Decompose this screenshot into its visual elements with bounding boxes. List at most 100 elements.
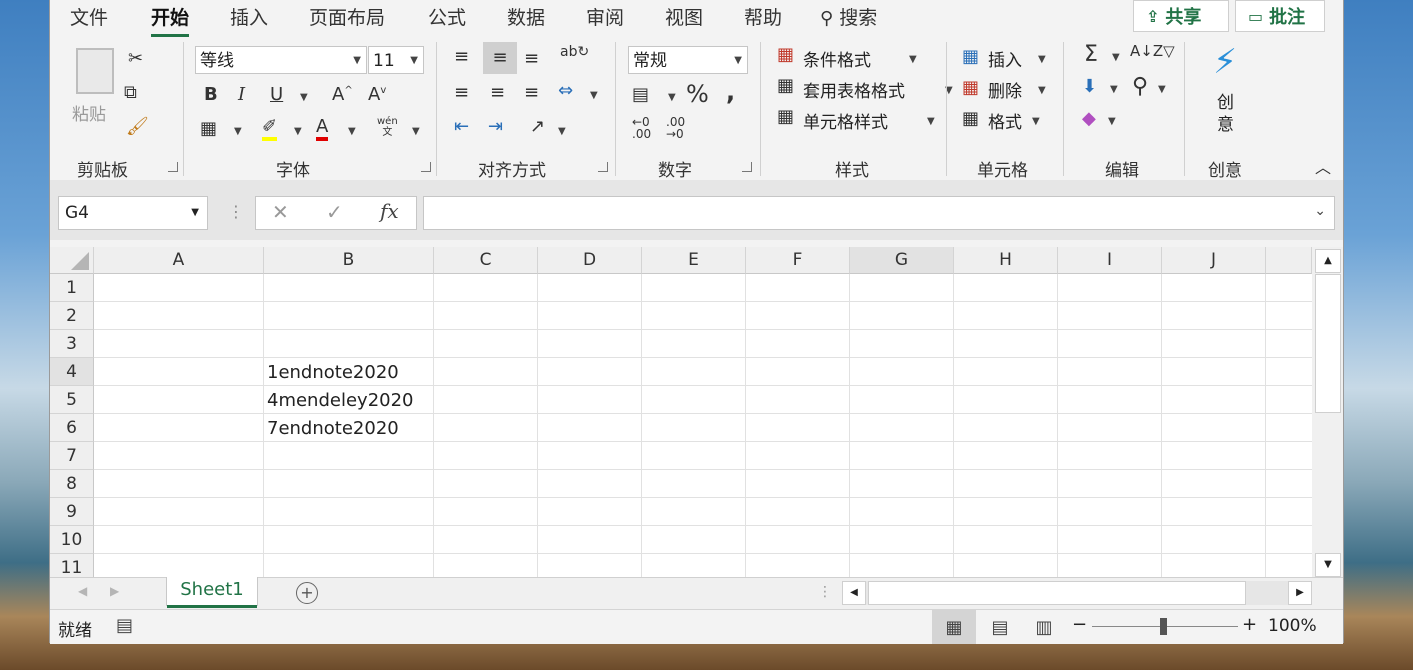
format-cells-button[interactable]: ▦ 格式 ▼ <box>962 108 1040 133</box>
comma-style-icon[interactable]: , <box>726 78 735 106</box>
zoom-slider-thumb[interactable] <box>1160 618 1167 635</box>
copy-icon[interactable]: ⧉ <box>124 82 137 103</box>
horizontal-scrollbar[interactable]: ◀ ▶ <box>842 581 1312 605</box>
align-right-icon[interactable]: ≡ <box>524 82 539 103</box>
format-as-table-button[interactable]: ▦ 套用表格格式 ▼ <box>777 75 953 102</box>
chevron-down-icon[interactable]: ▼ <box>668 92 676 103</box>
cell-styles-button[interactable]: ▦ 单元格样式 ▼ <box>777 106 935 133</box>
fill-icon[interactable]: ⬇ <box>1082 76 1097 97</box>
align-top-icon[interactable]: ≡ <box>454 46 469 67</box>
zoom-out-icon[interactable]: − <box>1072 614 1087 635</box>
phonetic-icon[interactable]: wén 文 <box>377 116 398 138</box>
chevron-down-icon[interactable]: ▼ <box>1112 52 1120 63</box>
tab-page-layout[interactable]: 页面布局 <box>309 3 385 30</box>
cell-b5[interactable]: 4mendeley2020 <box>267 390 414 411</box>
tab-help[interactable]: 帮助 <box>744 3 782 30</box>
decrease-font-icon[interactable]: Av <box>368 84 386 105</box>
scroll-thumb[interactable] <box>1315 274 1341 413</box>
wrap-text-icon[interactable]: ↗ <box>530 116 545 137</box>
clear-icon[interactable]: ◆ <box>1082 108 1096 129</box>
enter-icon[interactable]: ✓ <box>326 200 343 224</box>
scroll-down-icon[interactable]: ▼ <box>1315 553 1341 577</box>
italic-icon[interactable]: I <box>238 84 245 105</box>
sort-filter-icon[interactable]: A↓Z▽ <box>1130 42 1175 60</box>
row-header[interactable]: 8 <box>50 470 94 498</box>
sheet-tab-sheet1[interactable]: Sheet1 <box>166 577 258 608</box>
select-all-corner[interactable] <box>50 247 94 274</box>
vertical-scrollbar[interactable]: ▲ ▼ <box>1312 247 1343 577</box>
zoom-slider[interactable] <box>1092 618 1238 635</box>
insert-cells-button[interactable]: ▦ 插入 ▼ <box>962 46 1046 71</box>
underline-icon[interactable]: U <box>270 84 283 105</box>
column-header[interactable]: D <box>538 247 642 274</box>
chevron-down-icon[interactable]: ▼ <box>294 126 302 137</box>
row-header[interactable]: 7 <box>50 442 94 470</box>
clipboard-launcher-icon[interactable] <box>168 162 178 172</box>
row-header[interactable]: 6 <box>50 414 94 442</box>
fill-color-icon[interactable]: ✐ <box>262 116 278 141</box>
find-select-icon[interactable]: ⚲ <box>1132 74 1148 99</box>
page-layout-view-icon[interactable]: ▤ <box>978 610 1022 644</box>
scroll-left-icon[interactable]: ◀ <box>842 581 866 605</box>
name-box[interactable]: G4 ▼ <box>58 196 208 230</box>
chevron-down-icon[interactable]: ▼ <box>590 90 598 101</box>
number-launcher-icon[interactable] <box>742 162 752 172</box>
search-box[interactable]: ⚲ 搜索 <box>820 3 877 30</box>
align-left-icon[interactable]: ≡ <box>454 82 469 103</box>
cut-icon[interactable]: ✂ <box>128 48 143 69</box>
chevron-down-icon[interactable]: ▼ <box>1108 116 1116 127</box>
chevron-down-icon[interactable]: ▼ <box>412 126 420 137</box>
scroll-up-icon[interactable]: ▲ <box>1315 249 1341 273</box>
increase-indent-icon[interactable]: ⇥ <box>488 116 503 137</box>
bold-icon[interactable]: B <box>204 84 218 105</box>
next-sheet-icon[interactable]: ▶ <box>110 584 119 598</box>
row-header[interactable]: 5 <box>50 386 94 414</box>
page-break-view-icon[interactable]: ▥ <box>1022 610 1066 644</box>
merge-center-icon[interactable]: ⇔ <box>558 80 573 101</box>
row-header[interactable]: 3 <box>50 330 94 358</box>
conditional-formatting-button[interactable]: ▦ 条件格式 ▼ <box>777 44 917 71</box>
delete-cells-button[interactable]: ▦ 删除 ▼ <box>962 77 1046 102</box>
number-format-combo[interactable]: 常规 ▼ <box>628 46 748 74</box>
orientation-icon[interactable]: ab↻ <box>560 44 589 60</box>
column-header[interactable]: F <box>746 247 850 274</box>
tab-home[interactable]: 开始 <box>151 3 190 37</box>
chevron-down-icon[interactable]: ▼ <box>234 126 242 137</box>
column-header[interactable]: E <box>642 247 746 274</box>
cell-b4[interactable]: 1endnote2020 <box>267 362 399 383</box>
chevron-down-icon[interactable]: ▼ <box>1110 84 1118 95</box>
collapse-ribbon-icon[interactable]: ︿ <box>1315 154 1331 178</box>
row-header[interactable]: 4 <box>50 358 94 386</box>
column-header[interactable]: I <box>1058 247 1162 274</box>
macro-record-icon[interactable]: ▤ <box>116 615 133 636</box>
paste-button[interactable]: 粘贴 <box>70 44 120 139</box>
align-center-icon[interactable]: ≡ <box>490 82 505 103</box>
font-name-combo[interactable]: 等线 ▼ <box>195 46 367 74</box>
chevron-down-icon[interactable]: ▼ <box>558 126 566 137</box>
row-header[interactable]: 10 <box>50 526 94 554</box>
column-header[interactable]: C <box>434 247 538 274</box>
tab-data[interactable]: 数据 <box>507 3 545 30</box>
autosum-icon[interactable]: Σ <box>1084 42 1098 67</box>
font-launcher-icon[interactable] <box>421 162 431 172</box>
tab-file[interactable]: 文件 <box>70 3 108 30</box>
split-handle-icon[interactable]: ⋮ <box>818 584 832 600</box>
column-header[interactable]: A <box>94 247 264 274</box>
row-header[interactable]: 2 <box>50 302 94 330</box>
cell-b6[interactable]: 7endnote2020 <box>267 418 399 439</box>
format-painter-icon[interactable]: 🖌 <box>126 116 149 137</box>
comments-button[interactable]: ▭ 批注 <box>1235 0 1325 32</box>
align-middle-icon[interactable]: ≡ <box>483 42 517 74</box>
tab-formulas[interactable]: 公式 <box>428 3 466 30</box>
insert-function-icon[interactable]: fx <box>380 199 399 223</box>
border-icon[interactable]: ▦ <box>200 118 217 139</box>
chevron-down-icon[interactable]: ▼ <box>300 92 308 103</box>
alignment-launcher-icon[interactable] <box>598 162 608 172</box>
column-header[interactable]: G <box>850 247 954 274</box>
column-header[interactable]: B <box>264 247 434 274</box>
percent-icon[interactable]: % <box>686 80 709 108</box>
tab-view[interactable]: 视图 <box>665 3 703 30</box>
tab-review[interactable]: 审阅 <box>586 3 624 30</box>
decrease-indent-icon[interactable]: ⇤ <box>454 116 469 137</box>
column-header[interactable]: H <box>954 247 1058 274</box>
